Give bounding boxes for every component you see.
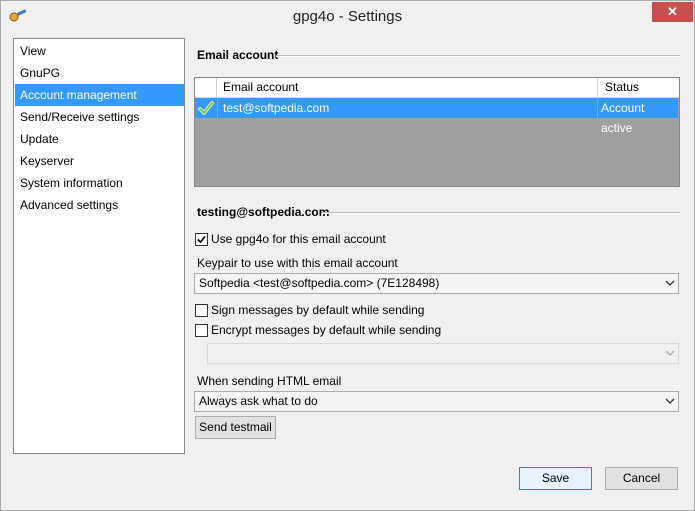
column-header-status[interactable]: Status xyxy=(605,78,639,97)
window-title: gpg4o - Settings xyxy=(292,8,403,25)
title-bar[interactable]: gpg4o - Settings ✕ xyxy=(1,1,694,32)
checkmark-icon xyxy=(197,235,206,244)
settings-window: gpg4o - Settings ✕ View GnuPG Account ma… xyxy=(0,0,695,511)
table-row[interactable]: test@softpedia.com Account active xyxy=(195,98,678,135)
column-header-email-account[interactable]: Email account xyxy=(223,78,298,97)
encrypt-default-checkbox[interactable] xyxy=(195,324,208,337)
use-gpg4o-label[interactable]: Use gpg4o for this email account xyxy=(211,232,386,246)
nav-item-update[interactable]: Update xyxy=(15,128,184,150)
row-status: Account active xyxy=(601,101,645,135)
sign-default-checkbox[interactable] xyxy=(195,304,208,317)
nav-item-view[interactable]: View xyxy=(15,40,184,62)
account-section-title: testing@softpedia.com xyxy=(197,205,330,219)
grid-header-row: Email account Status xyxy=(195,78,678,98)
html-email-select-value: Always ask what to do xyxy=(199,394,318,408)
check-icon xyxy=(198,101,214,115)
encrypt-default-label[interactable]: Encrypt messages by default while sendin… xyxy=(211,323,441,337)
nav-item-gnupg[interactable]: GnuPG xyxy=(15,62,184,84)
grid-header-icon-cell xyxy=(195,78,217,97)
save-button[interactable]: Save xyxy=(519,467,592,490)
use-gpg4o-checkbox[interactable] xyxy=(195,233,208,246)
section-divider xyxy=(322,212,680,214)
row-email: test@softpedia.com xyxy=(223,101,330,115)
html-email-select[interactable]: Always ask what to do xyxy=(194,391,679,412)
section-divider xyxy=(276,55,680,57)
column-divider xyxy=(597,78,598,97)
html-email-label: When sending HTML email xyxy=(197,374,342,388)
cancel-button[interactable]: Cancel xyxy=(605,467,678,490)
send-testmail-button[interactable]: Send testmail xyxy=(195,416,276,439)
encrypt-option-select[interactable] xyxy=(207,343,679,364)
nav-item-keyserver[interactable]: Keyserver xyxy=(15,150,184,172)
close-icon: ✕ xyxy=(667,4,678,19)
keypair-select[interactable]: Softpedia <test@softpedia.com> (7E128498… xyxy=(194,273,679,294)
nav-item-system-information[interactable]: System information xyxy=(15,172,184,194)
keypair-label: Keypair to use with this email account xyxy=(197,256,398,270)
close-button[interactable]: ✕ xyxy=(652,2,693,22)
nav-item-advanced-settings[interactable]: Advanced settings xyxy=(15,194,184,216)
chevron-down-icon xyxy=(665,350,675,356)
chevron-down-icon xyxy=(665,398,675,404)
chevron-down-icon xyxy=(665,280,675,286)
nav-item-send-receive-settings[interactable]: Send/Receive settings xyxy=(15,106,184,128)
settings-nav-list[interactable]: View GnuPG Account management Send/Recei… xyxy=(13,38,185,454)
sign-default-label[interactable]: Sign messages by default while sending xyxy=(211,303,424,317)
keypair-select-value: Softpedia <test@softpedia.com> (7E128498… xyxy=(199,276,440,290)
email-account-section-title: Email account xyxy=(197,48,279,62)
nav-item-account-management[interactable]: Account management xyxy=(15,84,184,106)
